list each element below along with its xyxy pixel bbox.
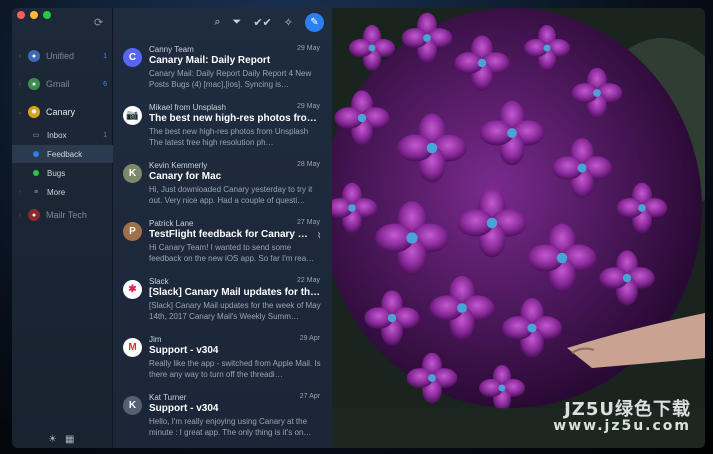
chevron-right-icon[interactable]: › [19,189,21,195]
date: 29 Apr [299,335,320,342]
subject: Canary for Mac [149,171,222,182]
subject: TestFlight feedback for Canary Mail. [149,229,309,240]
sender: Kat Turner [149,393,187,402]
avatar: K [123,396,142,415]
sender: Mikael from Unsplash [149,103,226,112]
window-controls [17,11,51,19]
list-item[interactable]: K Kat Turner 27 Apr Support - v304 Hello… [113,392,332,448]
magic-wand-icon[interactable]: ✧ [284,16,293,29]
camera-icon: 📷 [123,106,142,125]
list-item[interactable]: C Canny Team 29 May Canary Mail: Daily R… [113,44,332,102]
attachment-icon: ⌇ [317,231,321,240]
gmail-icon: M [123,338,142,357]
list-item[interactable]: 📷 Mikael from Unsplash 29 May The best n… [113,102,332,160]
list-item[interactable]: P Patrick Lane 27 May TestFlight feedbac… [113,218,332,276]
subject: The best new high-res photos from… [149,113,322,124]
preview: Hi, Just downloaded Canary yesterday to … [149,185,313,205]
unified-account-icon: ● [28,50,40,62]
chevron-down-icon[interactable]: ⌄ [14,108,26,116]
account-label: Unified [46,51,75,61]
gmail-account-icon: ● [28,78,40,90]
compose-button[interactable]: ✎ [305,12,324,32]
close-window-button[interactable] [17,11,25,19]
list-toolbar: ⌕ ⏷ ✔✔ ✧ ✎ [113,8,332,36]
date: 29 May [297,45,320,52]
subject: Canary Mail: Daily Report [149,55,271,66]
folder-label: More [47,187,66,197]
date: 27 May [297,219,320,226]
chevron-right-icon[interactable]: › [14,53,26,60]
minimize-window-button[interactable] [30,11,38,19]
search-icon[interactable]: ⌕ [214,16,220,29]
inbox-icon: ▭ [32,132,40,139]
folder-label: Feedback [47,149,83,159]
sidebar: ⟳ › ● Unified 1 › ● Gmail 6 ⌄ ✹ Canary ▭… [12,8,113,448]
preview: The best new high-res photos from Unspla… [149,127,309,147]
sender: Patrick Lane [149,219,194,228]
preview: Canary Mail: Daily Report Daily Report 4… [149,69,312,89]
sidebar-footer: ☀ ▦ [48,434,74,445]
sidebar-account-canary[interactable]: ⌄ ✹ Canary [12,103,113,121]
sender: Kevin Kemmerly [149,161,208,170]
canary-account-icon: ✹ [28,106,40,118]
sidebar-item-bugs[interactable]: Bugs [12,164,113,182]
hydrangea-illustration [332,8,705,448]
unread-count: 6 [103,80,107,88]
zoom-window-button[interactable] [43,11,51,19]
folder-label: Bugs [47,168,66,178]
hamburger-icon: ≡ [33,188,39,196]
watermark-url: www.jz5u.com [553,418,691,434]
slack-icon: ✱ [123,280,142,299]
layout-toggle-icon[interactable]: ▦ [65,434,74,445]
filter-icon[interactable]: ⏷ [233,16,242,29]
watermark-title: JZ5U绿色下载 [564,399,691,420]
sidebar-account-mailr-tech[interactable]: › ● Mailr Tech [12,206,113,224]
preview: [Slack] Canary Mail updates for the week… [149,301,321,321]
avatar: C [123,48,142,67]
subject: Support - v304 [149,345,219,356]
sidebar-item-inbox[interactable]: ▭ Inbox 1 [12,126,113,144]
refresh-icon[interactable]: ⟳ [94,16,103,29]
account-label: Mailr Tech [46,210,87,220]
label-color-dot [33,151,39,157]
date: 29 May [297,103,320,110]
mailr-tech-account-icon: ● [28,209,40,221]
avatar: K [123,164,142,183]
preview: Hello, I'm really enjoying using Canary … [149,417,312,437]
unread-count: 1 [103,52,107,60]
avatar: P [123,222,142,241]
label-color-dot [33,170,39,176]
list-item[interactable]: M Jim 29 Apr Support - v304 Really like … [113,334,332,392]
chevron-right-icon[interactable]: › [14,212,26,219]
subject: Support - v304 [149,403,219,414]
background-photo: JZ5U绿色下载 www.jz5u.com [332,8,705,448]
preview: Hi Canary Team! I wanted to send some fe… [149,243,315,263]
sender: Canny Team [149,45,194,54]
date: 22 May [297,277,320,284]
preview: Really like the app - switched from Appl… [149,359,321,379]
list-item[interactable]: K Kevin Kemmerly 28 May Canary for Mac H… [113,160,332,218]
account-label: Gmail [46,79,70,89]
sidebar-account-unified[interactable]: › ● Unified 1 [12,47,113,65]
date: 27 Apr [299,393,320,400]
account-label: Canary [46,107,76,117]
date: 28 May [297,161,320,168]
unread-count: 1 [103,131,107,139]
chevron-right-icon[interactable]: › [14,81,26,88]
sidebar-account-gmail[interactable]: › ● Gmail 6 [12,75,113,93]
sender: Slack [149,277,169,286]
folder-label: Inbox [47,130,67,140]
sender: Jim [149,335,162,344]
theme-toggle-icon[interactable]: ☀ [48,434,57,445]
watermark: JZ5U绿色下载 www.jz5u.com [553,399,691,435]
mark-all-read-icon[interactable]: ✔✔ [253,16,271,29]
sidebar-item-more[interactable]: › ≡ More [12,183,113,201]
sidebar-item-feedback[interactable]: Feedback [12,145,113,163]
list-item[interactable]: ✱ Slack 22 May [Slack] Canary Mail updat… [113,276,332,334]
subject: [Slack] Canary Mail updates for the… [149,287,322,298]
canary-mail-window: ⟳ › ● Unified 1 › ● Gmail 6 ⌄ ✹ Canary ▭… [12,8,705,448]
